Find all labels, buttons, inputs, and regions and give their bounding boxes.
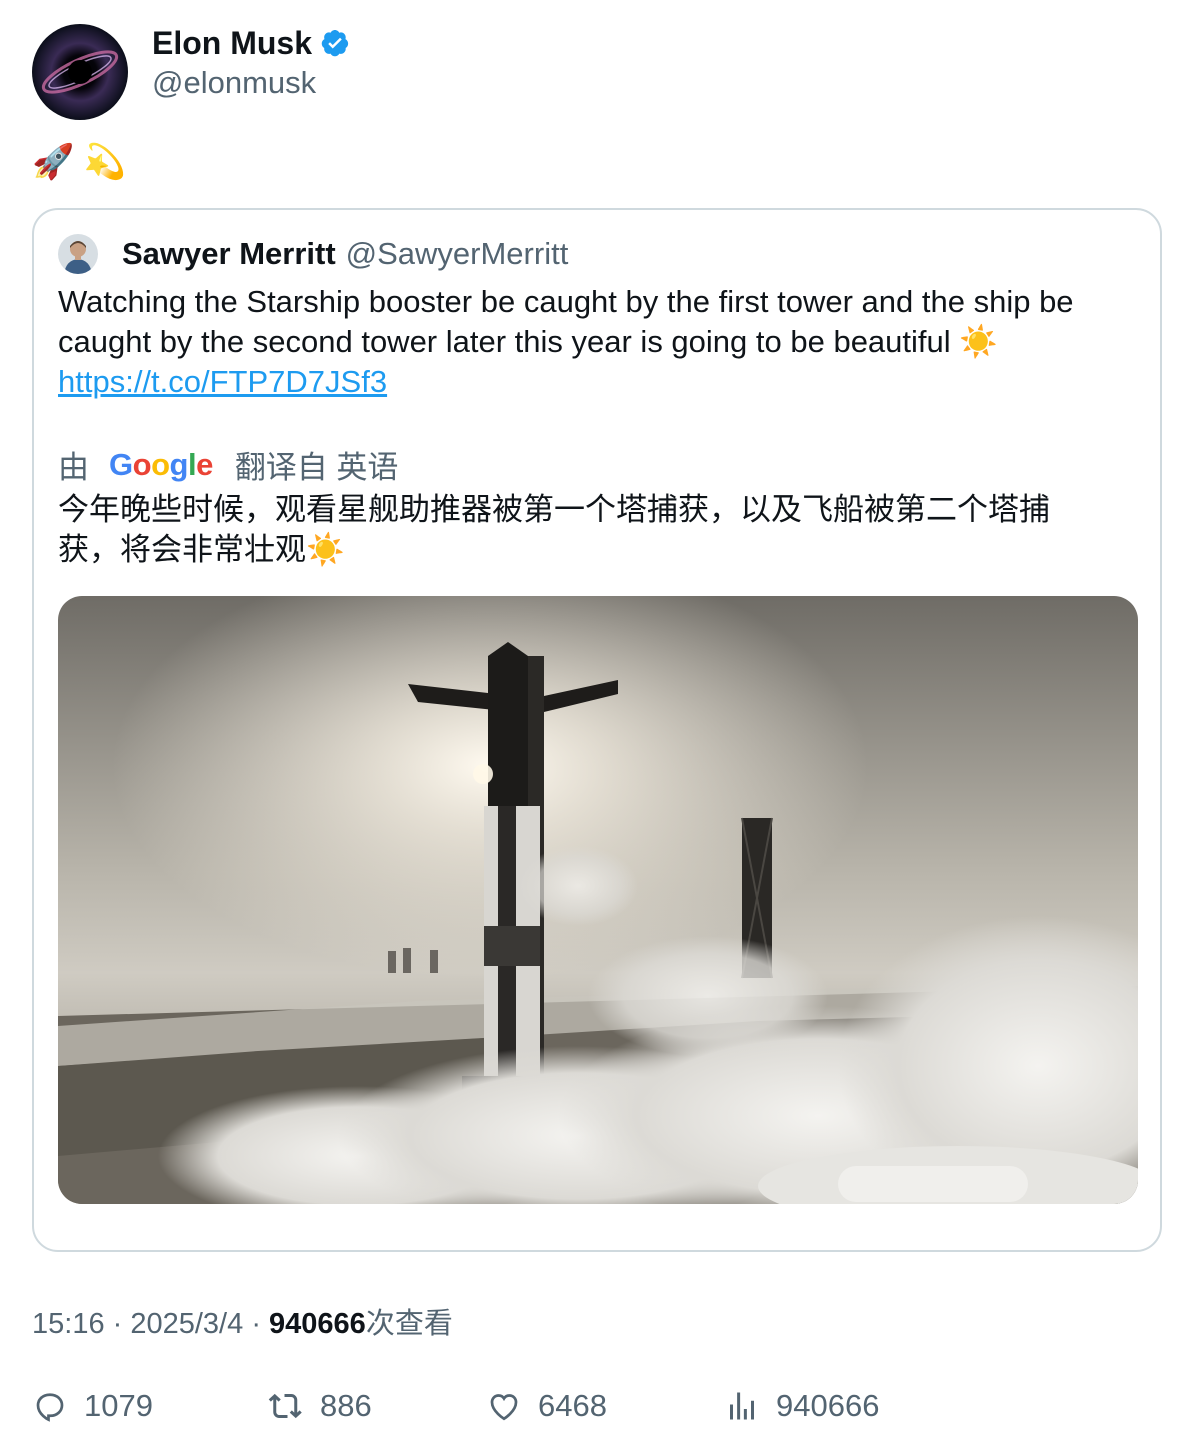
tweet-time[interactable]: 15:16 (32, 1308, 105, 1340)
quoted-tweet-image[interactable] (58, 596, 1138, 1204)
retweet-button[interactable]: 886 (268, 1388, 372, 1424)
translation-attribution: 由 Google 翻译自 英语 (58, 442, 398, 487)
author-display-name[interactable]: Elon Musk (152, 26, 312, 60)
tweet-header: Elon Musk @elonmusk (32, 24, 350, 120)
like-count: 6468 (538, 1388, 607, 1423)
quoted-author-display-name: Sawyer Merritt (122, 236, 336, 271)
reply-count: 1079 (84, 1388, 153, 1423)
quoted-tweet-text: Watching the Starship booster be caught … (58, 284, 1074, 359)
tweet-date[interactable]: 2025/3/4 (130, 1308, 243, 1340)
like-icon (490, 1394, 518, 1421)
verified-badge-icon (321, 30, 349, 57)
action-bar: 1079 886 6468 940666 (32, 1388, 1162, 1428)
quoted-tweet[interactable]: Sawyer Merritt @SawyerMerritt Watching t… (32, 208, 1162, 1252)
view-count-suffix: 次查看 (365, 1308, 453, 1340)
tweet-meta: 15:16 · 2025/3/4 · 940666次查看 (32, 1300, 453, 1342)
like-button[interactable]: 6468 (486, 1388, 607, 1424)
meta-separator: · (251, 1308, 270, 1340)
meta-separator: · (112, 1308, 131, 1340)
reply-icon (36, 1393, 64, 1422)
views-icon (730, 1392, 754, 1420)
translation-by-label: 由 (58, 450, 89, 485)
google-logo: Google (109, 446, 213, 482)
quoted-tweet-link[interactable]: https://t.co/FTP7D7JSf3 (58, 362, 1128, 402)
author-avatar[interactable] (32, 24, 128, 120)
author-handle[interactable]: @elonmusk (152, 66, 350, 100)
views-count: 940666 (776, 1388, 880, 1423)
quoted-author-avatar[interactable] (58, 234, 98, 274)
tweet-text: 🚀 💫 (32, 143, 127, 181)
view-count: 940666 (269, 1308, 366, 1340)
retweet-icon (268, 1393, 302, 1419)
translated-text: 今年晚些时候，观看星舰助推器被第一个塔捕获，以及飞船被第二个塔捕获，将会非常壮观… (58, 492, 1050, 567)
translation-from-label[interactable]: 翻译自 英语 (235, 442, 399, 487)
quoted-author-handle: @SawyerMerritt (345, 236, 569, 271)
reply-button[interactable]: 1079 (32, 1388, 153, 1424)
retweet-count: 886 (320, 1388, 372, 1423)
views-button[interactable]: 940666 (724, 1388, 879, 1424)
quoted-tweet-body: Watching the Starship booster be caught … (58, 282, 1128, 402)
